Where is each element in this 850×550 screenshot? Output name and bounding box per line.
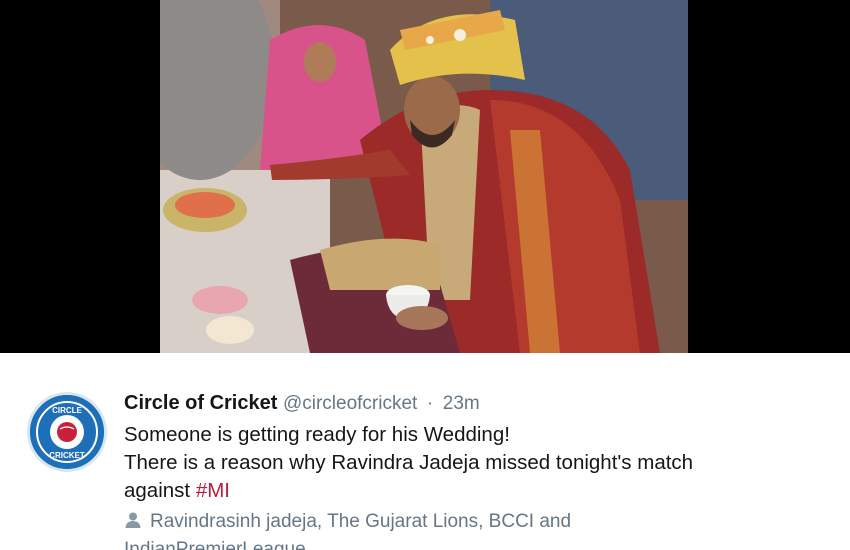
tweet-photo[interactable] <box>160 0 688 353</box>
tweet-header: Circle of Cricket @circleofcricket · 23m <box>124 390 480 417</box>
display-name[interactable]: Circle of Cricket <box>124 392 277 414</box>
timestamp[interactable]: 23m <box>443 393 480 414</box>
hashtag-link[interactable]: #MI <box>196 479 230 502</box>
tweet-text-line-2: There is a reason why Ravindra Jadeja mi… <box>124 451 694 474</box>
handle[interactable]: @circleofcricket <box>283 393 417 414</box>
tagged-users-line-2[interactable]: IndianPremierLeague <box>124 539 306 550</box>
tagged-users[interactable]: Ravindrasinh jadeja, The Gujarat Lions, … <box>124 508 824 550</box>
tweet-text: Someone is getting ready for his Wedding… <box>124 421 824 505</box>
tweet-text-line-3: against #MI <box>124 477 824 505</box>
logo-text-top: CIRCLE <box>52 406 82 415</box>
circle-of-cricket-logo: CIRCLE CRICKET <box>30 395 104 469</box>
media-strip <box>0 0 850 353</box>
avatar[interactable]: CIRCLE CRICKET <box>27 392 107 472</box>
tagged-row-1: Ravindrasinh jadeja, The Gujarat Lions, … <box>124 508 824 536</box>
tagged-users-line-1[interactable]: Ravindrasinh jadeja, The Gujarat Lions, … <box>150 511 571 532</box>
separator-dot: · <box>426 393 434 414</box>
wedding-photo-illustration <box>160 0 688 353</box>
logo-text-bottom: CRICKET <box>49 451 85 460</box>
person-icon <box>125 512 141 528</box>
tagged-row-2: IndianPremierLeague <box>124 536 824 550</box>
tweet-text-line-3-prefix: against <box>124 479 196 502</box>
tweet-text-line-1: Someone is getting ready for his Wedding… <box>124 423 510 446</box>
